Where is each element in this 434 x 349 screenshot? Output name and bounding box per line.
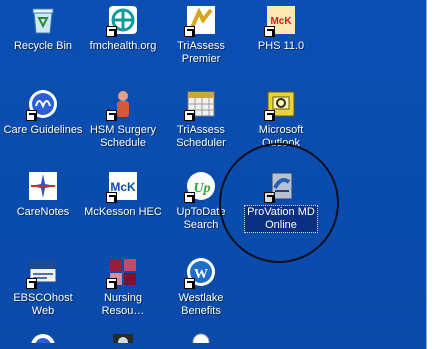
hsm-surgery-icon [106, 88, 139, 121]
desktop-icon-label: PHS 11.0 [257, 40, 305, 52]
ebsco-icon [26, 256, 59, 289]
shortcut-arrow-icon [264, 26, 275, 37]
desktop-icon-label: TriAssess Scheduler [176, 124, 226, 149]
desktop-icon-nursing-resources[interactable]: Nursing Resou… [80, 256, 166, 319]
care-guidelines-icon [26, 88, 59, 121]
desktop-icon-label: Care Guidelines [3, 124, 83, 136]
nursing-resources-icon [106, 256, 139, 289]
desktop-icon-label: TriAssess Premier [177, 40, 225, 65]
desktop: Recycle Bin fmchealth.org TriAssess Prem… [0, 0, 434, 349]
fmchealth-logo-icon [106, 4, 139, 37]
desktop-icon-mckesson-hec[interactable]: McK McKesson HEC [80, 170, 166, 220]
desktop-icon-westlake-benefits[interactable]: W Westlake Benefits [158, 256, 244, 319]
desktop-icon-label: CareNotes [16, 206, 70, 218]
shortcut-arrow-icon [26, 110, 37, 121]
shortcut-arrow-icon [264, 110, 275, 121]
mck-hec-icon: McK [106, 170, 139, 203]
desktop-icon-recycle-bin[interactable]: Recycle Bin [0, 4, 86, 54]
shortcut-arrow-icon [106, 278, 117, 289]
triassess-premier-icon [184, 4, 217, 37]
shortcut-arrow-icon [184, 278, 195, 289]
shortcut-arrow-icon [106, 26, 117, 37]
shortcut-arrow-icon [184, 110, 195, 121]
desktop-icon-microsoft-outlook[interactable]: Microsoft Outlook [238, 88, 324, 151]
shortcut-arrow-icon [184, 26, 195, 37]
shortcut-arrow-icon [106, 192, 117, 203]
desktop-icon-triassess-scheduler[interactable]: TriAssess Scheduler [158, 88, 244, 151]
desktop-icon-label: Recycle Bin [13, 40, 73, 52]
svg-text:W: W [194, 267, 208, 282]
desktop-bottom-strip [0, 343, 434, 349]
shortcut-arrow-icon [26, 278, 37, 289]
shortcut-arrow-icon [184, 192, 195, 203]
westlake-icon: W [184, 256, 217, 289]
carenotes-icon [27, 170, 59, 202]
desktop-icon-phs[interactable]: McK PHS 11.0 [238, 4, 324, 54]
desktop-icon-hsm-surgery[interactable]: HSM Surgery Schedule [80, 88, 166, 151]
recycle-bin-icon [27, 4, 59, 36]
desktop-icon-label: EBSCOhost Web [13, 292, 73, 317]
window-right-frame [426, 0, 434, 349]
shortcut-arrow-icon [106, 110, 117, 121]
desktop-icon-fmchealth[interactable]: fmchealth.org [80, 4, 166, 54]
desktop-icon-label: HSM Surgery Schedule [89, 124, 157, 149]
desktop-icon-label: McKesson HEC [84, 206, 162, 218]
svg-text:Up: Up [193, 181, 210, 196]
desktop-icon-ebscohost[interactable]: EBSCOhost Web [0, 256, 86, 319]
outlook-icon [264, 88, 297, 121]
desktop-icon-label: Westlake Benefits [178, 292, 224, 317]
desktop-icon-carenotes[interactable]: CareNotes [0, 170, 86, 220]
highlight-circle [219, 143, 339, 263]
calendar-icon [184, 88, 217, 121]
desktop-icon-triassess-premier[interactable]: TriAssess Premier [158, 4, 244, 67]
desktop-icon-care-guidelines[interactable]: Care Guidelines [0, 88, 86, 138]
desktop-icon-label: fmchealth.org [89, 40, 157, 52]
mck-phs-icon: McK [264, 4, 297, 37]
desktop-icon-label: Nursing Resou… [101, 292, 145, 317]
uptodate-icon: Up [184, 170, 217, 203]
